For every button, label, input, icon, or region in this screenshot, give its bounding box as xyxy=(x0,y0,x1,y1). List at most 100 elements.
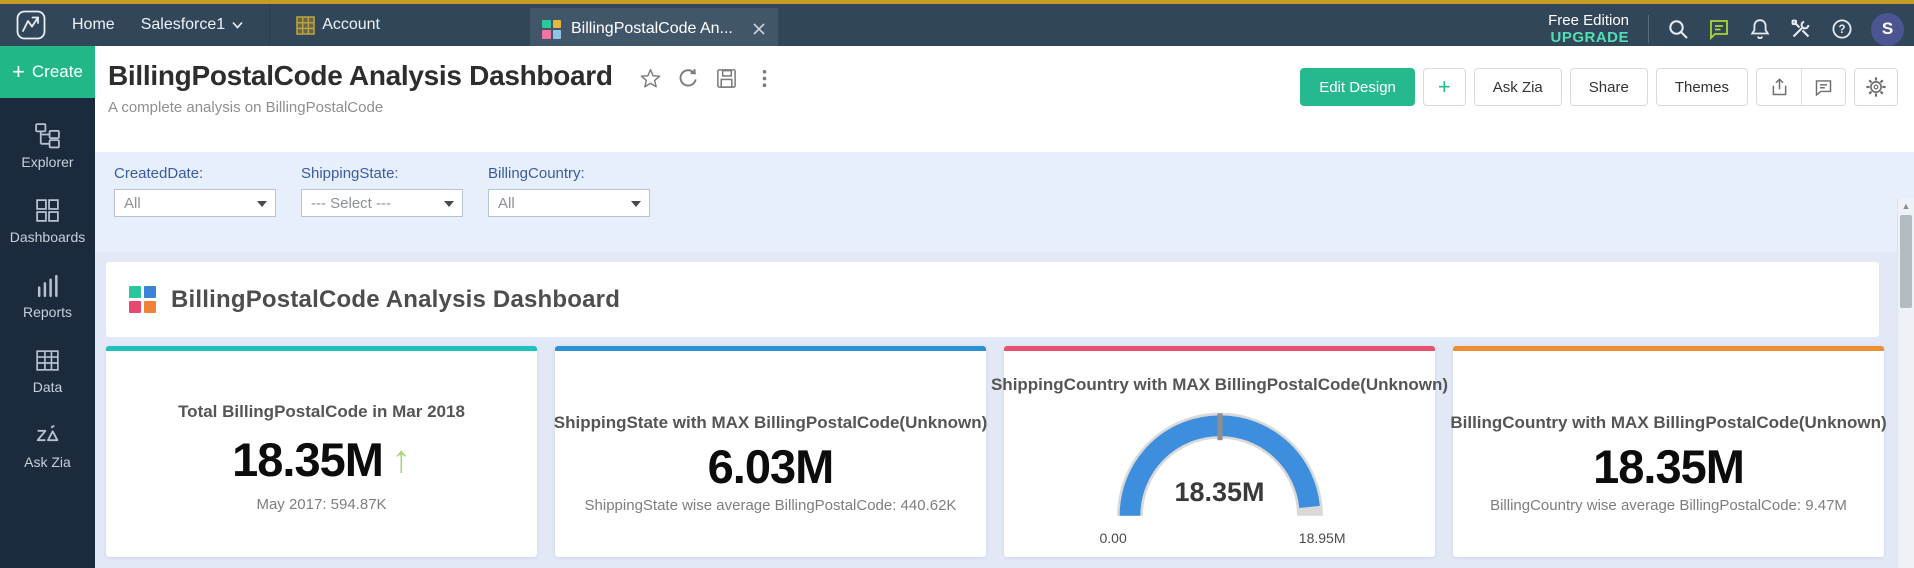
dropdown-value: All xyxy=(498,195,515,212)
page-header: BillingPostalCode Analysis Dashboard A c… xyxy=(95,46,1914,152)
sidebar-item-label: Reports xyxy=(23,304,72,320)
settings-button[interactable] xyxy=(1854,68,1898,106)
sidebar-item-ask-zia[interactable]: Ask Zia xyxy=(0,422,95,470)
favorite-star-icon[interactable] xyxy=(639,67,662,90)
shipping-state-dropdown[interactable]: --- Select --- xyxy=(301,189,463,217)
widget-title: Total BillingPostalCode in Mar 2018 xyxy=(178,402,465,422)
kpi-card-total-billingpostalcode[interactable]: Total BillingPostalCode in Mar 2018 18.3… xyxy=(106,346,537,557)
trend-up-arrow-icon: ↑ xyxy=(392,441,411,479)
plus-icon: + xyxy=(12,61,25,83)
scrollbar-up-arrow[interactable]: ▲ xyxy=(1898,201,1914,211)
search-icon[interactable] xyxy=(1666,17,1690,41)
dropdown-value: --- Select --- xyxy=(311,195,391,212)
comments-button[interactable] xyxy=(1801,69,1845,105)
dashboards-icon xyxy=(34,197,61,224)
scrollbar-thumb[interactable] xyxy=(1900,215,1912,308)
account-label: Account xyxy=(322,16,380,34)
ask-zia-icon xyxy=(34,422,61,449)
create-button[interactable]: + Create xyxy=(0,46,95,98)
gauge-chart: 18.35M 0.00 18.95M xyxy=(1104,404,1336,524)
add-widget-button[interactable]: + xyxy=(1423,68,1466,106)
workspace-label: Salesforce1 xyxy=(141,16,226,34)
gauge-value: 18.35M xyxy=(1104,477,1336,508)
dropdown-value: All xyxy=(124,195,141,212)
notifications-bell-icon[interactable] xyxy=(1748,17,1772,41)
app-window: Home Salesforce1 Account BillingPostalCo… xyxy=(0,0,1914,568)
kpi-value: 18.35M xyxy=(232,436,383,483)
widget-title: ShippingCountry with MAX BillingPostalCo… xyxy=(991,375,1448,395)
dashboard-icon xyxy=(129,286,156,313)
filter-shipping-state: ShippingState: --- Select --- xyxy=(301,165,463,217)
filter-label: ShippingState: xyxy=(301,165,463,182)
filter-billing-country: BillingCountry: All xyxy=(488,165,650,217)
account-tab[interactable]: Account xyxy=(296,16,380,35)
svg-text:?: ? xyxy=(1838,24,1845,36)
kpi-value: 18.35M xyxy=(1593,443,1744,490)
sidebar-item-label: Data xyxy=(33,379,63,395)
widget-title: ShippingState with MAX BillingPostalCode… xyxy=(554,413,987,433)
upgrade-link[interactable]: UPGRADE xyxy=(1548,29,1629,46)
gauge-min-label: 0.00 xyxy=(1100,530,1127,546)
workspace-switcher[interactable]: Salesforce1 xyxy=(141,16,244,34)
create-label: Create xyxy=(32,62,83,82)
sidebar-item-data[interactable]: Data xyxy=(0,347,95,395)
gauge-card-shippingcountry-max[interactable]: ShippingCountry with MAX BillingPostalCo… xyxy=(1004,346,1435,557)
export-icon xyxy=(1769,77,1790,98)
filter-bar: CreatedDate: All ShippingState: --- Sele… xyxy=(95,152,1914,252)
tools-icon[interactable] xyxy=(1789,17,1813,41)
refresh-icon[interactable] xyxy=(677,67,700,90)
gauge-max-label: 18.95M xyxy=(1299,530,1346,546)
explorer-icon xyxy=(34,122,61,149)
close-tab-icon[interactable] xyxy=(752,22,766,36)
sidebar-item-reports[interactable]: Reports xyxy=(0,272,95,320)
home-label: Home xyxy=(72,16,115,34)
filter-label: BillingCountry: xyxy=(488,165,650,182)
sidebar-item-explorer[interactable]: Explorer xyxy=(0,122,95,170)
vertical-scrollbar[interactable]: ▲ xyxy=(1897,198,1914,568)
help-icon[interactable]: ? xyxy=(1830,17,1854,41)
gear-icon xyxy=(1865,76,1887,98)
filter-label: CreatedDate: xyxy=(114,165,276,182)
kpi-value: 6.03M xyxy=(708,443,834,490)
dashboard-tab-icon xyxy=(542,20,561,39)
themes-button[interactable]: Themes xyxy=(1656,68,1748,106)
share-button[interactable]: Share xyxy=(1570,68,1648,106)
feedback-chat-icon[interactable] xyxy=(1707,17,1731,41)
reports-icon xyxy=(34,272,61,299)
topbar-divider xyxy=(269,4,270,46)
plan-block: Free Edition UPGRADE xyxy=(1548,12,1629,47)
created-date-dropdown[interactable]: All xyxy=(114,189,276,217)
widget-title: BillingCountry with MAX BillingPostalCod… xyxy=(1450,413,1886,433)
dashboard-title: BillingPostalCode Analysis Dashboard xyxy=(171,286,620,314)
save-icon[interactable] xyxy=(715,67,738,90)
active-dashboard-tab[interactable]: BillingPostalCode An... xyxy=(530,8,778,50)
more-options-kebab-icon[interactable] xyxy=(753,67,776,90)
kpi-card-billingcountry-max[interactable]: BillingCountry with MAX BillingPostalCod… xyxy=(1453,346,1884,557)
kpi-card-shippingstate-max[interactable]: ShippingState with MAX BillingPostalCode… xyxy=(555,346,986,557)
top-bar: Home Salesforce1 Account BillingPostalCo… xyxy=(0,0,1914,46)
ask-zia-button[interactable]: Ask Zia xyxy=(1474,68,1562,106)
user-avatar[interactable]: S xyxy=(1871,13,1904,46)
export-button[interactable] xyxy=(1757,69,1801,105)
edit-design-button[interactable]: Edit Design xyxy=(1300,68,1415,106)
dashboard-canvas: BillingPostalCode Analysis Dashboard Tot… xyxy=(95,252,1914,568)
table-grid-icon xyxy=(296,16,315,35)
widget-row: Total BillingPostalCode in Mar 2018 18.3… xyxy=(106,346,1884,557)
dropdown-caret-icon xyxy=(631,201,641,207)
billing-country-dropdown[interactable]: All xyxy=(488,189,650,217)
kpi-subtext: May 2017: 594.87K xyxy=(256,496,386,513)
chevron-down-icon xyxy=(232,21,243,29)
avatar-initial: S xyxy=(1882,19,1893,39)
dropdown-caret-icon xyxy=(257,201,267,207)
left-sidebar: + Create Explorer Dashboards Reports Dat… xyxy=(0,46,95,568)
tab-title: BillingPostalCode An... xyxy=(571,20,742,38)
comment-icon xyxy=(1813,77,1834,98)
sidebar-item-dashboards[interactable]: Dashboards xyxy=(0,197,95,245)
home-link[interactable]: Home xyxy=(72,16,115,34)
page-title: BillingPostalCode Analysis Dashboard xyxy=(108,60,613,92)
header-icon-group xyxy=(1756,68,1846,106)
main-area: BillingPostalCode Analysis Dashboard A c… xyxy=(95,46,1914,568)
analytics-logo-icon[interactable] xyxy=(16,10,46,40)
kpi-subtext: BillingCountry wise average BillingPosta… xyxy=(1490,497,1847,514)
free-edition-label: Free Edition xyxy=(1548,12,1629,29)
